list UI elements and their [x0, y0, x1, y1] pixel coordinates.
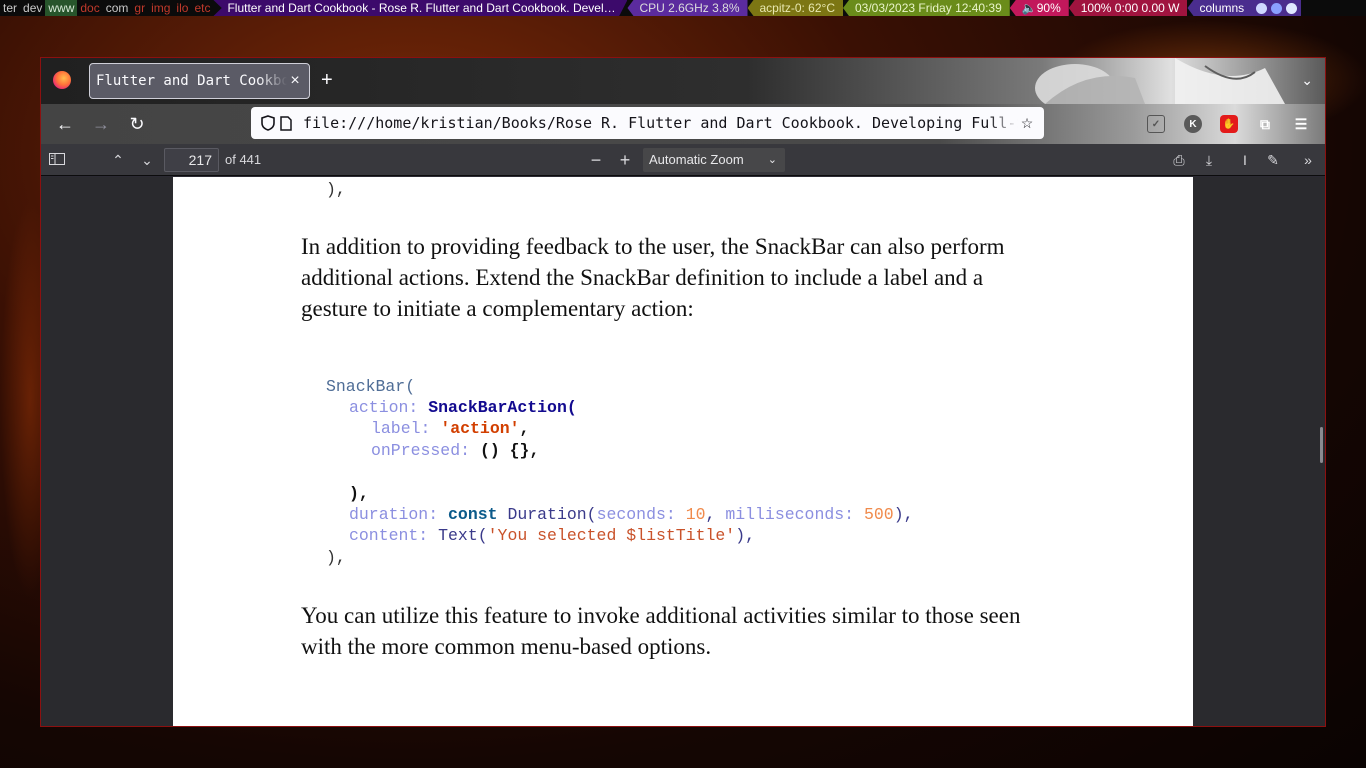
- code-token: 'You selected $listTitle': [487, 526, 736, 545]
- previous-page-icon[interactable]: ⌃: [108, 150, 128, 170]
- cpu-indicator: CPU 2.6GHz 3.8%: [627, 0, 748, 16]
- scrollbar-thumb[interactable]: [1320, 427, 1323, 463]
- temperature-indicator: acpitz-0: 62°C: [747, 0, 843, 16]
- zoom-in-button[interactable]: +: [615, 150, 635, 170]
- workspace-dev[interactable]: dev: [20, 0, 45, 16]
- tab-title: Flutter and Dart Cookbook. Developing Fu…: [96, 73, 287, 89]
- code-token: Text(: [438, 526, 488, 545]
- menu-icon[interactable]: ☰: [1292, 115, 1310, 133]
- k-extension-icon[interactable]: K: [1184, 115, 1202, 133]
- ublock-icon[interactable]: ✋: [1220, 115, 1238, 133]
- code-token: ,: [519, 419, 530, 438]
- text-cursor-icon[interactable]: I: [1235, 150, 1255, 170]
- forward-button[interactable]: →: [91, 114, 111, 134]
- new-tab-button[interactable]: +: [321, 70, 333, 90]
- code-line: ),: [349, 483, 369, 504]
- page-icon[interactable]: [277, 114, 295, 132]
- wifi-icon[interactable]: [1256, 2, 1268, 14]
- code-token: seconds:: [596, 505, 676, 524]
- workspace-www[interactable]: www: [45, 0, 78, 16]
- active-window-title: Flutter and Dart Cookbook - Rose R. Flut…: [213, 0, 628, 16]
- page-number-input[interactable]: 217: [164, 148, 219, 172]
- theme-fox-artwork: [1035, 58, 1285, 104]
- firefox-logo-icon: [53, 71, 71, 89]
- url-bar[interactable]: file:///home/kristian/Books/Rose R. Flut…: [251, 107, 1044, 139]
- code-fragment-top: ),: [326, 180, 346, 199]
- pdf-viewer[interactable]: ), In addition to providing feedback to …: [41, 177, 1325, 726]
- print-icon[interactable]: ⎙: [1169, 150, 1189, 170]
- workspace-ter[interactable]: ter: [0, 0, 20, 16]
- code-token: () {},: [479, 441, 540, 460]
- code-token: label:: [371, 419, 431, 438]
- chevron-down-icon: ⌄: [767, 154, 777, 166]
- code-token: milliseconds:: [725, 505, 855, 524]
- code-token: SnackBar(: [326, 377, 416, 396]
- code-line: content: Text('You selected $listTitle')…: [349, 525, 755, 546]
- pocket-icon[interactable]: ✓: [1147, 115, 1165, 133]
- workspace-etc[interactable]: etc: [191, 0, 213, 16]
- code-token: Duration(: [507, 505, 597, 524]
- system-tray: [1252, 0, 1302, 16]
- bookmark-star-icon[interactable]: ☆: [1018, 114, 1036, 132]
- code-token: 10: [685, 505, 706, 524]
- back-button[interactable]: ←: [55, 114, 75, 134]
- volume-indicator[interactable]: 🔈90%: [1009, 0, 1069, 16]
- close-tab-icon[interactable]: ×: [287, 72, 303, 90]
- chevron-down-icon[interactable]: ⌄: [1301, 72, 1313, 89]
- draw-icon[interactable]: ✎: [1263, 150, 1283, 170]
- firefox-window: Flutter and Dart Cookbook. Developing Fu…: [40, 57, 1326, 727]
- code-line: SnackBar(: [326, 376, 415, 397]
- code-token: 'action': [440, 419, 520, 438]
- page-count: of 441: [225, 152, 262, 167]
- reload-button[interactable]: ↻: [127, 114, 147, 134]
- code-token: ),: [893, 505, 914, 524]
- download-icon[interactable]: ⤓: [1199, 150, 1219, 170]
- workspace-ilo[interactable]: ilo: [173, 0, 191, 16]
- code-token: action:: [349, 398, 419, 417]
- navigation-toolbar: ← → ↻ file:///home/kristian/Books/Rose R…: [41, 104, 1325, 144]
- pdf-toolbar: ⌃ ⌄ 217 of 441 − + Automatic Zoom ⌄ ⎙ ⤓ …: [41, 144, 1325, 176]
- paragraph: In addition to providing feedback to the…: [301, 234, 1005, 321]
- code-token: ),: [735, 526, 755, 545]
- workspace-com[interactable]: com: [103, 0, 132, 16]
- url-text[interactable]: file:///home/kristian/Books/Rose R. Flut…: [303, 114, 1018, 132]
- code-line: ),: [326, 547, 346, 568]
- code-token: duration:: [349, 505, 439, 524]
- code-token: const: [448, 505, 498, 524]
- code-line: duration: const Duration(seconds: 10, mi…: [349, 504, 914, 525]
- code-token: ,: [705, 505, 716, 524]
- battery-indicator: 100% 0:00 0.00 W: [1068, 0, 1188, 16]
- next-page-icon[interactable]: ⌄: [137, 150, 157, 170]
- bluetooth-icon[interactable]: [1271, 2, 1283, 14]
- code-line: onPressed: () {},: [371, 440, 539, 461]
- workspace-gr[interactable]: gr: [131, 0, 148, 16]
- tab-strip: Flutter and Dart Cookbook. Developing Fu…: [41, 58, 1325, 104]
- workspace-doc[interactable]: doc: [77, 0, 102, 16]
- extensions-icon[interactable]: ⧉: [1256, 115, 1274, 133]
- zoom-select[interactable]: Automatic Zoom ⌄: [643, 148, 785, 172]
- pdf-page: ), In addition to providing feedback to …: [173, 177, 1193, 726]
- paragraph: You can utilize this feature to invoke a…: [301, 603, 1021, 659]
- tab-active[interactable]: Flutter and Dart Cookbook. Developing Fu…: [89, 63, 310, 99]
- code-token: onPressed:: [371, 441, 471, 460]
- code-token: ),: [326, 548, 346, 567]
- code-token: 500: [863, 505, 894, 524]
- chat-icon[interactable]: [1286, 2, 1298, 14]
- workspace-img[interactable]: img: [148, 0, 173, 16]
- code-line: label: 'action',: [371, 418, 529, 439]
- code-line: action: SnackBarAction(: [349, 397, 577, 418]
- code-token: SnackBarAction(: [428, 398, 577, 417]
- shield-icon[interactable]: [259, 114, 277, 132]
- tools-menu-icon[interactable]: »: [1298, 150, 1318, 170]
- clock: 03/03/2023 Friday 12:40:39: [843, 0, 1010, 16]
- sidebar-toggle-icon[interactable]: [47, 150, 67, 170]
- layout-indicator[interactable]: columns: [1187, 0, 1253, 16]
- code-token: ),: [349, 484, 369, 503]
- system-status-bar: ter dev www doc com gr img ilo etc Flutt…: [0, 0, 1366, 16]
- zoom-value: Automatic Zoom: [649, 152, 744, 167]
- zoom-out-button[interactable]: −: [586, 150, 606, 170]
- code-token: content:: [349, 526, 429, 545]
